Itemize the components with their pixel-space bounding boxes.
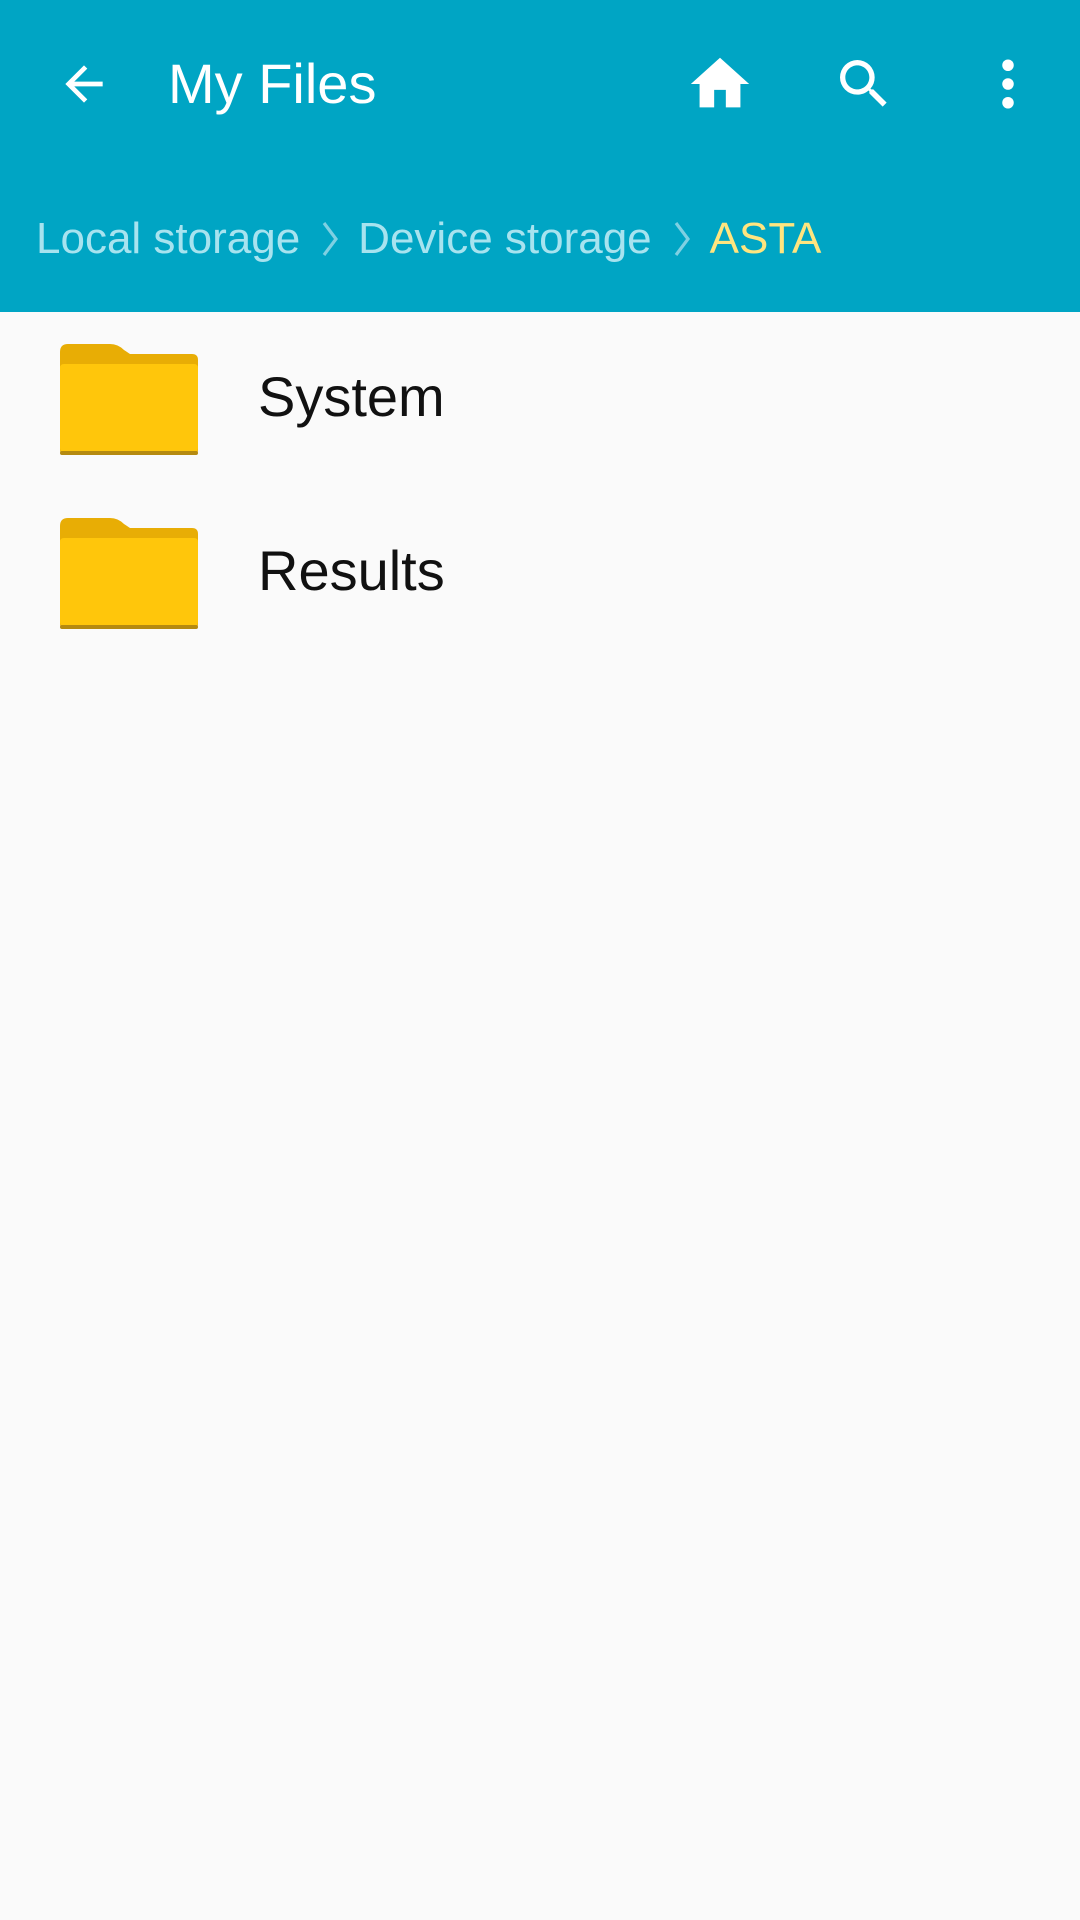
breadcrumb: Local storage Device storage ASTA	[36, 204, 821, 274]
breadcrumb-device-storage[interactable]: Device storage	[358, 214, 651, 264]
folder-row-results[interactable]: Results	[0, 486, 1080, 660]
toolbar: My Files	[0, 0, 1080, 170]
app-title: My Files	[168, 52, 377, 115]
home-icon	[690, 57, 750, 108]
back-button[interactable]	[24, 24, 144, 144]
file-name: System	[258, 365, 445, 428]
file-list: System Results	[0, 312, 1080, 660]
chevron-right-icon	[672, 219, 692, 259]
folder-icon	[60, 344, 198, 455]
app-header: My Files Local storage Device storage AS…	[0, 0, 1080, 312]
folder-icon	[60, 518, 198, 629]
chevron-right-icon	[320, 219, 340, 259]
breadcrumb-local-storage[interactable]: Local storage	[36, 214, 300, 264]
folder-row-system[interactable]: System	[0, 312, 1080, 486]
more-options-button[interactable]	[948, 24, 1068, 144]
search-icon	[840, 60, 887, 107]
back-arrow-icon	[65, 65, 103, 103]
more-vert-icon	[1002, 59, 1014, 109]
file-name: Results	[258, 539, 445, 602]
breadcrumb-current-folder[interactable]: ASTA	[710, 214, 822, 264]
home-button[interactable]	[660, 24, 780, 144]
search-button[interactable]	[804, 24, 924, 144]
